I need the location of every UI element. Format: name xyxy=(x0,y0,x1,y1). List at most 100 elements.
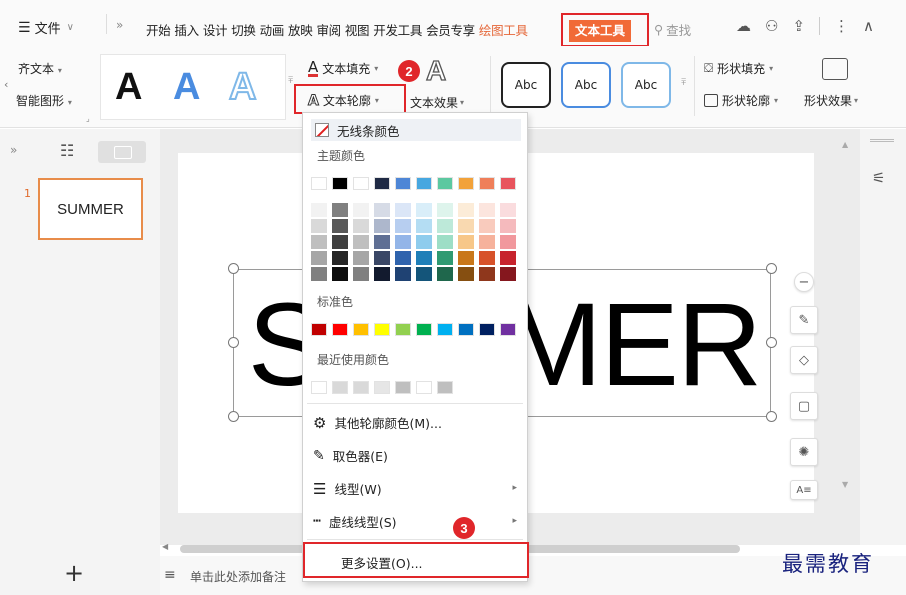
standard-color-swatch[interactable] xyxy=(395,323,411,336)
align-text-button[interactable]: 齐文本 ▾ xyxy=(18,60,62,77)
text-style-black[interactable]: A xyxy=(115,67,142,107)
line-style-item[interactable]: ☰ 线型(W) xyxy=(313,479,519,498)
no-line-color-item[interactable]: 无线条颜色 xyxy=(311,119,521,141)
theme-color-swatch[interactable] xyxy=(500,177,516,190)
theme-shade-swatch[interactable] xyxy=(479,267,495,281)
theme-shade-swatch[interactable] xyxy=(353,203,369,217)
tab-animation[interactable]: 动画 xyxy=(260,20,285,39)
theme-shade-swatch[interactable] xyxy=(353,235,369,249)
lightbulb-icon[interactable]: ✺ xyxy=(790,438,818,466)
theme-shade-swatch[interactable] xyxy=(416,251,432,265)
fill-icon[interactable]: ◇ xyxy=(790,346,818,374)
theme-color-swatch[interactable] xyxy=(479,177,495,190)
theme-shade-swatch[interactable] xyxy=(353,267,369,281)
theme-shade-swatch[interactable] xyxy=(353,219,369,233)
user-share-icon[interactable]: ⚇ xyxy=(765,17,778,35)
outline-view-icon[interactable]: ☷ xyxy=(60,141,74,160)
tab-design[interactable]: 设计 xyxy=(203,20,228,39)
theme-shade-swatch[interactable] xyxy=(332,267,348,281)
theme-shade-swatch[interactable] xyxy=(458,251,474,265)
ribbon-scroll-left-icon[interactable]: ‹ xyxy=(4,78,8,91)
theme-shade-swatch[interactable] xyxy=(416,219,432,233)
theme-shade-swatch[interactable] xyxy=(311,219,327,233)
group-launcher-icon[interactable]: ⌟ xyxy=(86,114,90,123)
recent-color-swatch[interactable] xyxy=(332,381,348,394)
expand-pane-icon[interactable]: » xyxy=(10,143,17,157)
theme-color-swatch[interactable] xyxy=(353,177,369,190)
theme-shade-swatch[interactable] xyxy=(479,219,495,233)
theme-shade-swatch[interactable] xyxy=(311,235,327,249)
text-style-outline[interactable]: A xyxy=(228,66,257,108)
outline-square-icon[interactable]: ▢ xyxy=(790,392,818,420)
shape-outline-button[interactable]: 形状轮廓 ▾ xyxy=(704,92,778,109)
theme-shade-swatch[interactable] xyxy=(500,203,516,217)
add-slide-icon[interactable]: + xyxy=(64,561,84,585)
shape-fill-button[interactable]: ⛋ 形状填充 ▾ xyxy=(704,60,773,77)
tab-start[interactable]: 开始 xyxy=(146,20,171,39)
resize-handle[interactable] xyxy=(766,337,777,348)
text-outline-button[interactable]: A 文本轮廓 ▾ xyxy=(308,92,379,109)
standard-color-swatch[interactable] xyxy=(479,323,495,336)
theme-shade-swatch[interactable] xyxy=(332,219,348,233)
recent-color-swatch[interactable] xyxy=(416,381,432,394)
theme-shade-swatch[interactable] xyxy=(437,219,453,233)
text-effect-button[interactable]: 文本效果 ▾ xyxy=(410,94,464,111)
text-fill-button[interactable]: A 文本填充 ▾ xyxy=(308,60,378,77)
resize-handle[interactable] xyxy=(766,411,777,422)
text-effect-icon[interactable]: A xyxy=(425,55,447,86)
standard-color-swatch[interactable] xyxy=(374,323,390,336)
eyedropper-item[interactable]: ✎ 取色器(E) xyxy=(313,446,388,465)
theme-shade-swatch[interactable] xyxy=(437,235,453,249)
recent-color-swatch[interactable] xyxy=(374,381,390,394)
dash-style-item[interactable]: ┅ 虚线线型(S) xyxy=(313,512,519,531)
other-outline-colors-item[interactable]: ⚙ 其他轮廓颜色(M)... xyxy=(313,413,442,432)
tab-drawing-tools[interactable]: 绘图工具 xyxy=(479,20,528,39)
theme-color-swatch[interactable] xyxy=(311,177,327,190)
theme-shade-swatch[interactable] xyxy=(374,251,390,265)
theme-color-swatch[interactable] xyxy=(416,177,432,190)
gallery-more-icon[interactable]: ⩱ xyxy=(681,78,686,88)
theme-shade-swatch[interactable] xyxy=(395,235,411,249)
theme-shade-swatch[interactable] xyxy=(374,267,390,281)
gallery-more-icon[interactable]: ⩱ xyxy=(288,76,293,86)
slide-thumbnail[interactable]: SUMMER xyxy=(38,178,143,240)
recent-color-swatch[interactable] xyxy=(395,381,411,394)
theme-shade-swatch[interactable] xyxy=(437,267,453,281)
tab-review[interactable]: 审阅 xyxy=(316,20,341,39)
theme-shade-swatch[interactable] xyxy=(416,235,432,249)
theme-shade-swatch[interactable] xyxy=(479,235,495,249)
theme-shade-swatch[interactable] xyxy=(395,219,411,233)
standard-color-swatch[interactable] xyxy=(332,323,348,336)
theme-shade-swatch[interactable] xyxy=(395,251,411,265)
cloud-icon[interactable]: ☁ xyxy=(736,17,751,35)
theme-shade-swatch[interactable] xyxy=(353,251,369,265)
theme-shade-swatch[interactable] xyxy=(479,203,495,217)
theme-shade-swatch[interactable] xyxy=(311,267,327,281)
resize-handle[interactable] xyxy=(228,337,239,348)
theme-shade-swatch[interactable] xyxy=(500,251,516,265)
tab-transition[interactable]: 切换 xyxy=(231,20,256,39)
theme-shade-swatch[interactable] xyxy=(458,203,474,217)
resize-handle[interactable] xyxy=(228,411,239,422)
theme-color-swatch[interactable] xyxy=(332,177,348,190)
standard-color-swatch[interactable] xyxy=(311,323,327,336)
search-box[interactable]: ⚲ 查找 xyxy=(654,20,691,39)
theme-shade-swatch[interactable] xyxy=(458,235,474,249)
standard-color-swatch[interactable] xyxy=(416,323,432,336)
settings-sliders-icon[interactable]: ⚟ xyxy=(872,169,885,187)
recent-color-swatch[interactable] xyxy=(437,381,453,394)
shape-style-lightblue[interactable]: Abc xyxy=(621,62,671,108)
upload-icon[interactable]: ⇪ xyxy=(792,17,805,35)
theme-color-swatch[interactable] xyxy=(395,177,411,190)
theme-shade-swatch[interactable] xyxy=(311,251,327,265)
recent-color-swatch[interactable] xyxy=(311,381,327,394)
theme-shade-swatch[interactable] xyxy=(416,203,432,217)
theme-shade-swatch[interactable] xyxy=(311,203,327,217)
theme-shade-swatch[interactable] xyxy=(500,235,516,249)
vertical-scrollbar[interactable]: ▲ ▼ xyxy=(840,140,852,492)
standard-color-swatch[interactable] xyxy=(437,323,453,336)
shape-style-black[interactable]: Abc xyxy=(501,62,551,108)
standard-color-swatch[interactable] xyxy=(458,323,474,336)
tab-insert[interactable]: 插入 xyxy=(174,20,199,39)
tab-slideshow[interactable]: 放映 xyxy=(288,20,313,39)
